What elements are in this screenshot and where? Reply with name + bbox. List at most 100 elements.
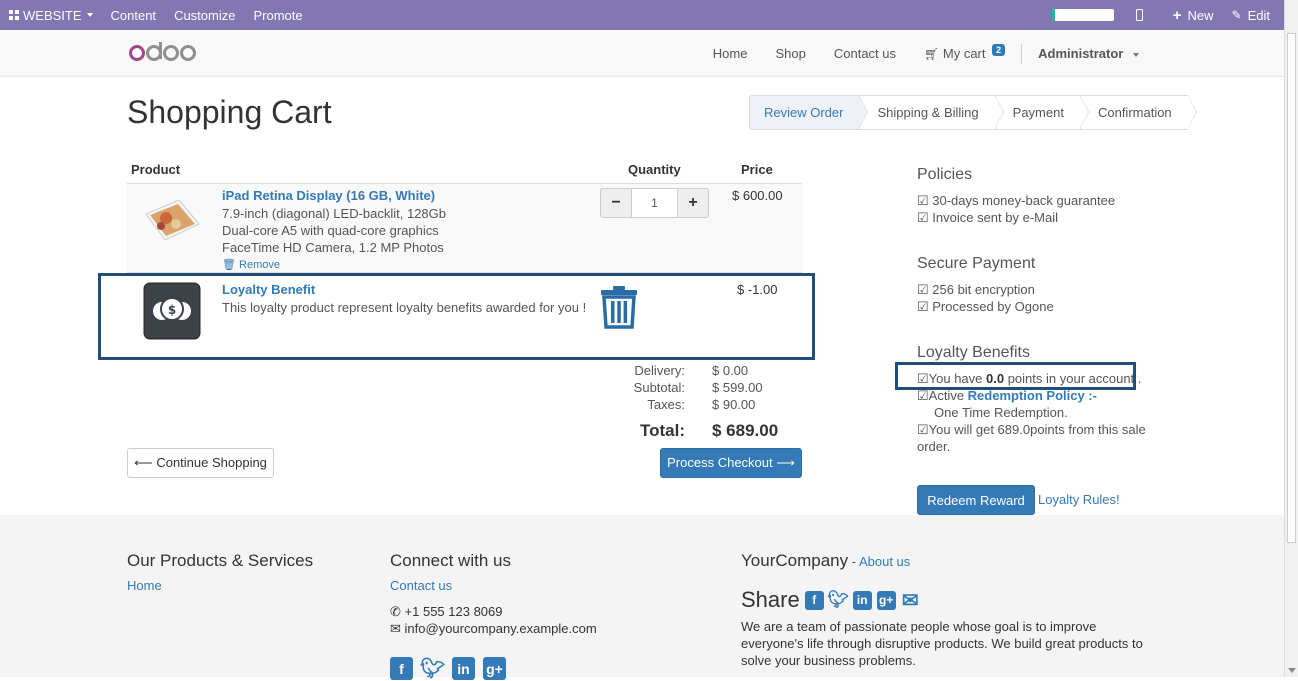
policies-title: Policies bbox=[917, 166, 973, 183]
product-column-header: Product bbox=[131, 162, 181, 177]
trash-icon: 🗑︎ bbox=[222, 259, 236, 271]
cart-label: My cart bbox=[942, 46, 986, 61]
facebook-icon[interactable]: f bbox=[804, 590, 824, 610]
page-title: Shopping Cart bbox=[127, 94, 332, 130]
loyalty-benefits-title: Loyalty Benefits bbox=[917, 344, 1030, 361]
company-separator: - bbox=[848, 554, 859, 569]
site-header: Home Shop Contact us 🛒︎ My cart 2 Admini… bbox=[0, 31, 1284, 77]
google-plus-icon[interactable]: g+ bbox=[876, 590, 896, 610]
product-price: $ 600.00 bbox=[732, 188, 783, 203]
edit-button-label: Edit bbox=[1247, 7, 1270, 23]
price-column-header: Price bbox=[741, 162, 773, 177]
loyalty-rules-link[interactable]: Loyalty Rules! bbox=[1038, 492, 1120, 507]
secure-payment-title: Secure Payment bbox=[917, 255, 1036, 272]
product-description-line: FaceTime HD Camera, 1.2 MP Photos bbox=[222, 240, 444, 255]
redemption-policy-link[interactable]: Redemption Policy :- bbox=[968, 388, 1097, 403]
scroll-down-arrow-icon[interactable] bbox=[1288, 668, 1296, 673]
product-name-link[interactable]: iPad Retina Display (16 GB, White) bbox=[222, 188, 435, 203]
highlight-box-points bbox=[895, 362, 1136, 390]
new-button-label: New bbox=[1187, 7, 1214, 23]
wizard-step-confirmation[interactable]: Confirmation bbox=[1079, 95, 1197, 130]
delivery-value: $ 0.00 bbox=[712, 363, 749, 378]
cart-icon: 🛒︎ bbox=[924, 47, 940, 61]
content-menu[interactable]: Content bbox=[102, 8, 166, 23]
odoo-logo[interactable] bbox=[129, 40, 197, 68]
customize-menu-label: Customize bbox=[174, 7, 236, 23]
total-label: Total: bbox=[639, 421, 685, 440]
connect-title: Connect with us bbox=[390, 551, 511, 570]
active-prefix: ☑Active bbox=[917, 388, 968, 403]
quantity-decrease-button[interactable]: − bbox=[600, 188, 632, 218]
wizard-step-shipping[interactable]: Shipping & Billing bbox=[859, 95, 1004, 130]
taxes-label: Taxes: bbox=[647, 397, 685, 412]
wizard-step-label: Shipping & Billing bbox=[877, 105, 979, 120]
mobile-preview-icon[interactable] bbox=[1135, 9, 1143, 21]
quantity-increase-button[interactable]: + bbox=[677, 188, 709, 218]
policy-item: ☑ 30-days money-back guarantee bbox=[917, 193, 1116, 208]
nav-cart[interactable]: 🛒︎ My cart 2 bbox=[910, 44, 1019, 61]
content-menu-label: Content bbox=[110, 7, 157, 23]
redemption-type: One Time Redemption. bbox=[934, 405, 1068, 420]
footer-home-link[interactable]: Home bbox=[127, 578, 162, 593]
edit-button[interactable]: ✎ Edit bbox=[1232, 8, 1270, 23]
promote-menu[interactable]: Promote bbox=[244, 8, 311, 23]
taxes-value: $ 90.00 bbox=[712, 397, 756, 412]
cart-table-header: Product Quantity Price bbox=[127, 160, 802, 184]
redeem-reward-button[interactable]: Redeem Reward bbox=[917, 485, 1035, 515]
quantity-input[interactable] bbox=[632, 188, 677, 218]
twitter-icon[interactable]: 🐦︎ bbox=[827, 590, 849, 610]
cart-count-badge: 2 bbox=[992, 44, 1006, 56]
apps-grid-icon bbox=[9, 10, 19, 20]
plus-icon: + bbox=[1172, 6, 1182, 24]
envelope-icon: ✉ bbox=[390, 621, 401, 636]
secure-item: ☑ Processed by Ogone bbox=[917, 299, 1054, 314]
main-nav: Home Shop Contact us 🛒︎ My cart 2 Admini… bbox=[699, 31, 1153, 76]
total-value: $ 689.00 bbox=[712, 421, 779, 440]
wizard-step-label: Confirmation bbox=[1097, 105, 1172, 120]
points-earned: ☑You will get 689.0points from this sale… bbox=[917, 422, 1146, 454]
nav-shop[interactable]: Shop bbox=[761, 46, 819, 61]
phone-icon: ✆ bbox=[390, 604, 401, 619]
footer-contact-link[interactable]: Contact us bbox=[390, 578, 452, 593]
chevron-down-icon bbox=[86, 13, 93, 17]
share-label: Share bbox=[741, 587, 800, 612]
company-name: YourCompany bbox=[741, 551, 849, 570]
website-menu[interactable]: WEBSITE bbox=[0, 8, 102, 23]
envelope-icon[interactable]: ✉ bbox=[901, 590, 920, 612]
footer-email: ✉ info@yourcompany.example.com bbox=[390, 620, 597, 637]
subtotal-value: $ 599.00 bbox=[712, 380, 763, 395]
scrollbar-thumb[interactable] bbox=[1287, 33, 1296, 543]
nav-home[interactable]: Home bbox=[699, 46, 762, 61]
delivery-label: Delivery: bbox=[634, 363, 685, 378]
policy-item: ☑ Invoice sent by e-Mail bbox=[917, 210, 1058, 225]
user-menu-label: Administrator bbox=[1038, 46, 1124, 61]
wizard-step-review[interactable]: Review Order bbox=[749, 95, 869, 130]
highlight-box-loyalty-row bbox=[98, 273, 815, 360]
share-section: Share f 🐦︎ in g+ ✉ bbox=[741, 587, 920, 613]
nav-contact[interactable]: Contact us bbox=[820, 46, 910, 61]
wizard-step-payment[interactable]: Payment bbox=[994, 95, 1089, 130]
linkedin-icon[interactable]: in bbox=[852, 590, 872, 610]
footer-phone: ✆ +1 555 123 8069 bbox=[390, 603, 503, 620]
about-us-link[interactable]: About us bbox=[859, 554, 910, 569]
customize-menu[interactable]: Customize bbox=[165, 8, 244, 23]
new-button[interactable]: + New bbox=[1173, 7, 1214, 24]
products-services-title: Our Products & Services bbox=[127, 551, 314, 570]
active-policy: ☑Active Redemption Policy :- bbox=[917, 387, 1097, 404]
pencil-icon: ✎ bbox=[1231, 8, 1242, 22]
continue-shopping-button[interactable]: ⟵ Continue Shopping bbox=[127, 448, 274, 478]
website-menu-label: WEBSITE bbox=[23, 7, 82, 23]
page-scrollbar[interactable] bbox=[1284, 0, 1298, 677]
user-menu[interactable]: Administrator bbox=[1024, 46, 1153, 61]
progress-indicator bbox=[1051, 9, 1114, 21]
admin-toolbar: WEBSITE Content Customize Promote + New … bbox=[0, 0, 1284, 30]
phone-text: +1 555 123 8069 bbox=[404, 604, 503, 619]
product-image-ipad[interactable] bbox=[141, 194, 201, 244]
checkout-wizard: Review Order Shipping & Billing Payment … bbox=[749, 95, 1197, 130]
process-checkout-button[interactable]: Process Checkout ⟶ bbox=[660, 448, 802, 478]
remove-link[interactable]: 🗑︎ Remove bbox=[222, 258, 280, 271]
nav-divider bbox=[1021, 43, 1023, 64]
product-description-line: 7.9-inch (diagonal) LED-backlit, 128Gb bbox=[222, 206, 447, 221]
company-heading: YourCompany - About us bbox=[741, 551, 910, 571]
quantity-column-header: Quantity bbox=[628, 162, 681, 177]
